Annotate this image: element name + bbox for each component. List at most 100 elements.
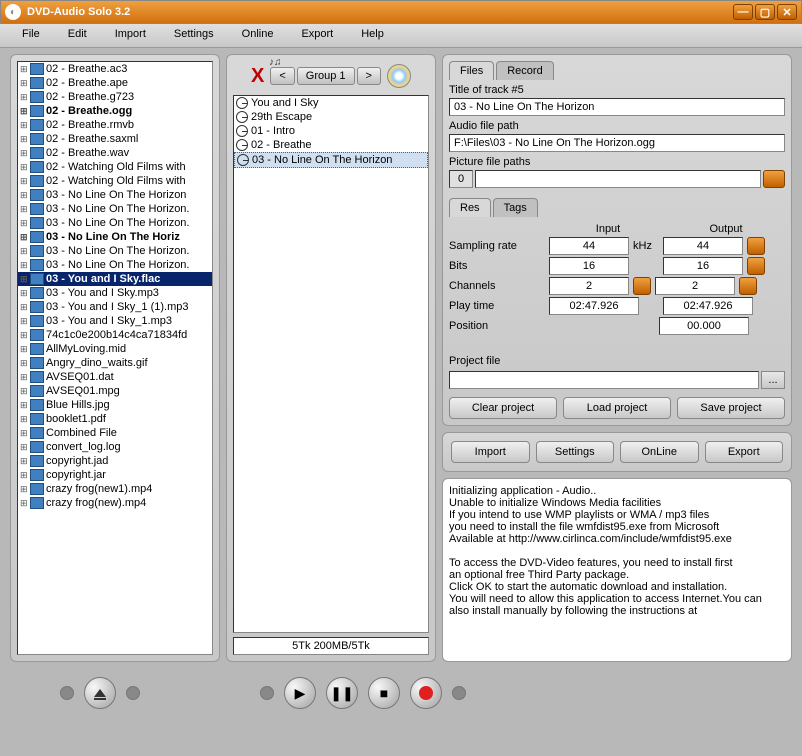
picture-browse-button[interactable] [763, 170, 785, 188]
file-item[interactable]: ⊞AVSEQ01.dat [18, 370, 212, 384]
file-icon [30, 343, 44, 355]
file-icon [30, 371, 44, 383]
transport-bar: ▶ ❚❚ ■ [0, 668, 802, 718]
clear-project-button[interactable]: Clear project [449, 397, 557, 419]
bits-dropdown[interactable] [747, 257, 765, 275]
file-item[interactable]: ⊞03 - You and I Sky_1 (1).mp3 [18, 300, 212, 314]
pause-button[interactable]: ❚❚ [326, 677, 358, 709]
menu-help[interactable]: Help [347, 24, 398, 47]
next-group-button[interactable]: > [357, 67, 381, 85]
file-item[interactable]: ⊞02 - Breathe.rmvb [18, 118, 212, 132]
menu-import[interactable]: Import [101, 24, 160, 47]
file-item[interactable]: ⊞03 - You and I Sky.flac [18, 272, 212, 286]
playtime-output: 02:47.926 [663, 297, 753, 315]
channels-output[interactable]: 2 [655, 277, 735, 295]
file-item[interactable]: ⊞crazy frog(new).mp4 [18, 496, 212, 510]
picture-index[interactable]: 0 [449, 170, 473, 188]
menu-edit[interactable]: Edit [54, 24, 101, 47]
picture-path-input[interactable] [475, 170, 761, 188]
file-item[interactable]: ⊞AllMyLoving.mid [18, 342, 212, 356]
file-item[interactable]: ⊞03 - No Line On The Horizon. [18, 258, 212, 272]
track-item[interactable]: 02 - Breathe [234, 138, 428, 152]
tab-res[interactable]: Res [449, 198, 491, 217]
file-item[interactable]: ⊞02 - Watching Old Films with [18, 174, 212, 188]
file-item[interactable]: ⊞Blue Hills.jpg [18, 398, 212, 412]
transport-dot-1[interactable] [60, 686, 74, 700]
track-item[interactable]: 29th Escape [234, 110, 428, 124]
file-icon [30, 231, 44, 243]
file-item[interactable]: ⊞02 - Breathe.ape [18, 76, 212, 90]
sampling-dropdown[interactable] [747, 237, 765, 255]
file-tree[interactable]: ⊞02 - Breathe.ac3⊞02 - Breathe.ape⊞02 - … [17, 61, 213, 655]
project-browse-button[interactable]: ... [761, 371, 785, 389]
file-item[interactable]: ⊞copyright.jad [18, 454, 212, 468]
record-button[interactable] [410, 677, 442, 709]
eject-button[interactable] [84, 677, 116, 709]
stop-button[interactable]: ■ [368, 677, 400, 709]
tab-record[interactable]: Record [496, 61, 553, 80]
transport-dot-2[interactable] [126, 686, 140, 700]
file-item[interactable]: ⊞03 - No Line On The Horizon [18, 188, 212, 202]
file-item[interactable]: ⊞convert_log.log [18, 440, 212, 454]
file-item[interactable]: ⊞02 - Breathe.wav [18, 146, 212, 160]
file-item[interactable]: ⊞03 - No Line On The Horizon. [18, 244, 212, 258]
minimize-button[interactable]: — [733, 4, 753, 20]
close-button[interactable]: ✕ [777, 4, 797, 20]
remove-icon[interactable]: X♪♫ [251, 65, 264, 88]
bits-input[interactable]: 16 [549, 257, 629, 275]
file-name: 02 - Breathe.g723 [46, 91, 134, 103]
bits-output[interactable]: 16 [663, 257, 743, 275]
channels-out-dropdown[interactable] [739, 277, 757, 295]
save-project-button[interactable]: Save project [677, 397, 785, 419]
file-item[interactable]: ⊞02 - Watching Old Films with [18, 160, 212, 174]
track-list[interactable]: You and I Sky29th Escape01 - Intro02 - B… [233, 95, 429, 633]
sampling-output[interactable]: 44 [663, 237, 743, 255]
menu-settings[interactable]: Settings [160, 24, 228, 47]
file-item[interactable]: ⊞02 - Breathe.ogg [18, 104, 212, 118]
audio-path-input[interactable] [449, 134, 785, 152]
file-item[interactable]: ⊞Angry_dino_waits.gif [18, 356, 212, 370]
maximize-button[interactable]: ▢ [755, 4, 775, 20]
import-button[interactable]: Import [451, 441, 530, 463]
settings-button[interactable]: Settings [536, 441, 615, 463]
track-item[interactable]: You and I Sky [234, 96, 428, 110]
track-item[interactable]: 03 - No Line On The Horizon [234, 152, 428, 168]
file-item[interactable]: ⊞74c1c0e200b14c4ca71834fd [18, 328, 212, 342]
load-project-button[interactable]: Load project [563, 397, 671, 419]
transport-dot-4[interactable] [452, 686, 466, 700]
tab-tags[interactable]: Tags [493, 198, 538, 217]
file-item[interactable]: ⊞02 - Breathe.saxml [18, 132, 212, 146]
file-item[interactable]: ⊞copyright.jar [18, 468, 212, 482]
log-panel[interactable]: Initializing application - Audio.. Unabl… [442, 478, 792, 662]
menu-export[interactable]: Export [287, 24, 347, 47]
file-item[interactable]: ⊞03 - You and I Sky.mp3 [18, 286, 212, 300]
online-button[interactable]: OnLine [620, 441, 699, 463]
file-item[interactable]: ⊞02 - Breathe.g723 [18, 90, 212, 104]
transport-dot-3[interactable] [260, 686, 274, 700]
file-item[interactable]: ⊞03 - No Line On The Horizon. [18, 216, 212, 230]
channels-input[interactable]: 2 [549, 277, 629, 295]
tab-files[interactable]: Files [449, 61, 494, 80]
project-file-input[interactable] [449, 371, 759, 389]
menu-file[interactable]: File [8, 24, 54, 47]
export-button[interactable]: Export [705, 441, 784, 463]
file-item[interactable]: ⊞03 - No Line On The Horiz [18, 230, 212, 244]
track-item[interactable]: 01 - Intro [234, 124, 428, 138]
prev-group-button[interactable]: < [270, 67, 294, 85]
file-item[interactable]: ⊞03 - No Line On The Horizon. [18, 202, 212, 216]
file-item[interactable]: ⊞AVSEQ01.mpg [18, 384, 212, 398]
file-name: booklet1.pdf [46, 413, 106, 425]
file-item[interactable]: ⊞crazy frog(new1).mp4 [18, 482, 212, 496]
track-title-input[interactable] [449, 98, 785, 116]
channels-in-dropdown[interactable] [633, 277, 651, 295]
file-item[interactable]: ⊞Combined File [18, 426, 212, 440]
menu-online[interactable]: Online [228, 24, 288, 47]
file-item[interactable]: ⊞03 - You and I Sky_1.mp3 [18, 314, 212, 328]
disc-icon[interactable] [387, 64, 411, 88]
group-label-button[interactable]: Group 1 [297, 67, 355, 85]
sampling-input[interactable]: 44 [549, 237, 629, 255]
file-item[interactable]: ⊞02 - Breathe.ac3 [18, 62, 212, 76]
play-button[interactable]: ▶ [284, 677, 316, 709]
menubar: File Edit Import Settings Online Export … [0, 24, 802, 48]
file-item[interactable]: ⊞booklet1.pdf [18, 412, 212, 426]
